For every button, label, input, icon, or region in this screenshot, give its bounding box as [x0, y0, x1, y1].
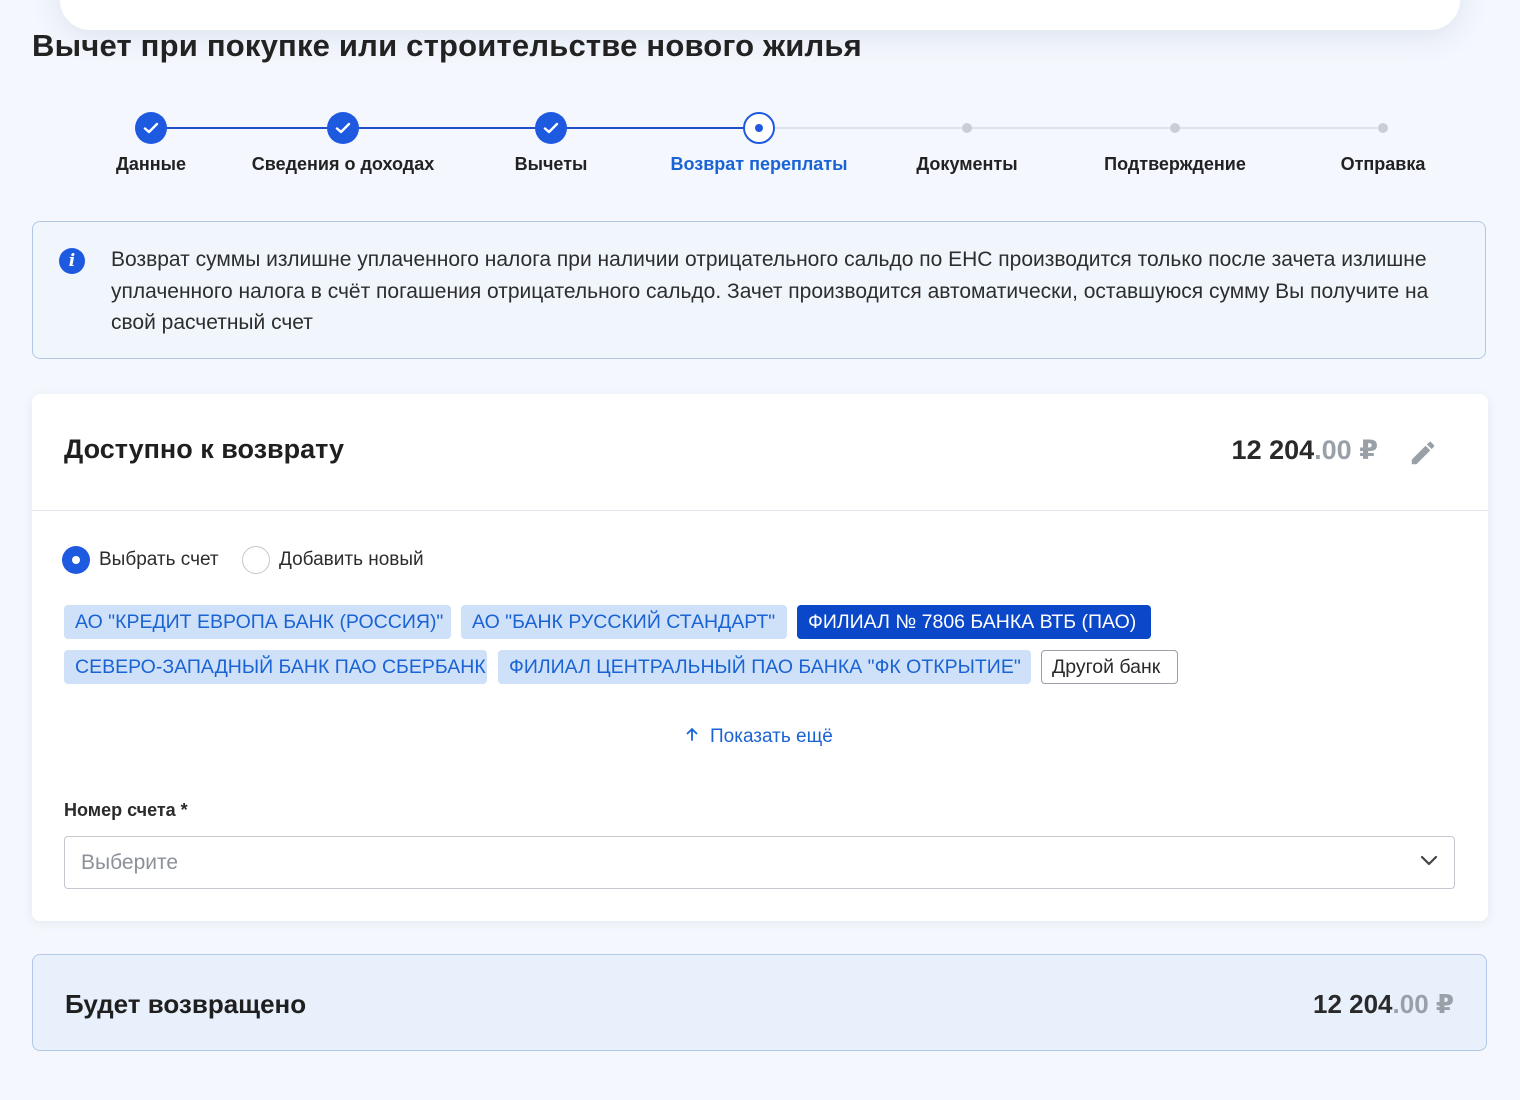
- refund-amount-dec: .00: [1314, 435, 1352, 465]
- refund-amount: 12 204.00 ₽: [1232, 435, 1378, 466]
- step-label: Возврат переплаты: [670, 154, 848, 174]
- refund-card-header: Доступно к возврату 12 204.00 ₽: [32, 394, 1488, 511]
- step-label: Данные: [116, 154, 186, 174]
- info-notice: i Возврат суммы излишне уплаченного нало…: [32, 221, 1486, 359]
- summary-amount-dec: .00: [1392, 989, 1429, 1019]
- step-label: Подтверждение: [1104, 154, 1246, 174]
- info-text: Возврат суммы излишне уплаченного налога…: [111, 248, 1429, 334]
- currency-sign: ₽: [1435, 989, 1454, 1019]
- stepper-line-todo: [759, 127, 1378, 129]
- pending-step-dot-icon: [1170, 123, 1180, 133]
- bank-chip[interactable]: АО "БАНК РУССКИЙ СТАНДАРТ": [461, 605, 787, 639]
- page-title: Вычет при покупке или строительстве ново…: [32, 28, 862, 63]
- chevron-down-icon: [1420, 855, 1438, 866]
- bank-chip[interactable]: ФИЛИАЛ ЦЕНТРАЛЬНЫЙ ПАО БАНКА "ФК ОТКРЫТИ…: [498, 650, 1031, 684]
- refund-summary: Будет возвращено 12 204.00 ₽: [32, 954, 1487, 1051]
- step-label: Документы: [916, 154, 1018, 174]
- radio-label: Добавить новый: [279, 549, 424, 570]
- summary-title: Будет возвращено: [65, 989, 307, 1019]
- refund-amount-int: 12 204: [1231, 435, 1315, 465]
- header-shadow: [60, 0, 1460, 30]
- show-more-label: Показать ещё: [710, 726, 833, 747]
- check-icon: [135, 112, 167, 144]
- select-placeholder: Выберите: [81, 851, 179, 874]
- bank-chip-selected[interactable]: ФИЛИАЛ № 7806 БАНКА ВТБ (ПАО): [797, 605, 1151, 639]
- current-step-dot-icon: [743, 112, 775, 144]
- stepper-line-done: [151, 127, 759, 129]
- bank-chip[interactable]: СЕВЕРО-ЗАПАДНЫЙ БАНК ПАО СБЕРБАНК: [64, 650, 487, 684]
- pencil-icon: [1411, 441, 1435, 465]
- progress-stepper: Данные Сведения о доходах Вычеты Возврат…: [0, 108, 1520, 188]
- step-label: Отправка: [1340, 154, 1426, 174]
- check-icon: [535, 112, 567, 144]
- bank-chip[interactable]: АО "КРЕДИТ ЕВРОПА БАНК (РОССИЯ)": [64, 605, 451, 639]
- check-icon: [327, 112, 359, 144]
- summary-amount: 12 204.00 ₽: [1313, 989, 1454, 1020]
- other-bank-button[interactable]: Другой банк: [1041, 650, 1178, 684]
- arrow-up-icon: [686, 728, 698, 741]
- radio-label: Выбрать счет: [99, 549, 219, 570]
- info-icon: i: [59, 248, 85, 274]
- radio-checked-icon: [62, 546, 90, 574]
- step-label: Сведения о доходах: [251, 154, 435, 174]
- summary-amount-int: 12 204: [1312, 989, 1393, 1019]
- refund-title: Доступно к возврату: [64, 434, 345, 464]
- account-number-label: Номер счета *: [64, 800, 188, 820]
- radio-unchecked-icon: [242, 546, 270, 574]
- pending-step-dot-icon: [962, 123, 972, 133]
- step-label: Вычеты: [514, 154, 588, 174]
- show-more-link[interactable]: Показать ещё: [684, 726, 833, 748]
- currency-sign: ₽: [1359, 435, 1378, 465]
- refund-card: Доступно к возврату 12 204.00 ₽ Выбрать …: [32, 394, 1488, 921]
- edit-amount-button[interactable]: [1408, 438, 1438, 468]
- account-number-select[interactable]: Выберите: [64, 836, 1455, 889]
- pending-step-dot-icon: [1378, 123, 1388, 133]
